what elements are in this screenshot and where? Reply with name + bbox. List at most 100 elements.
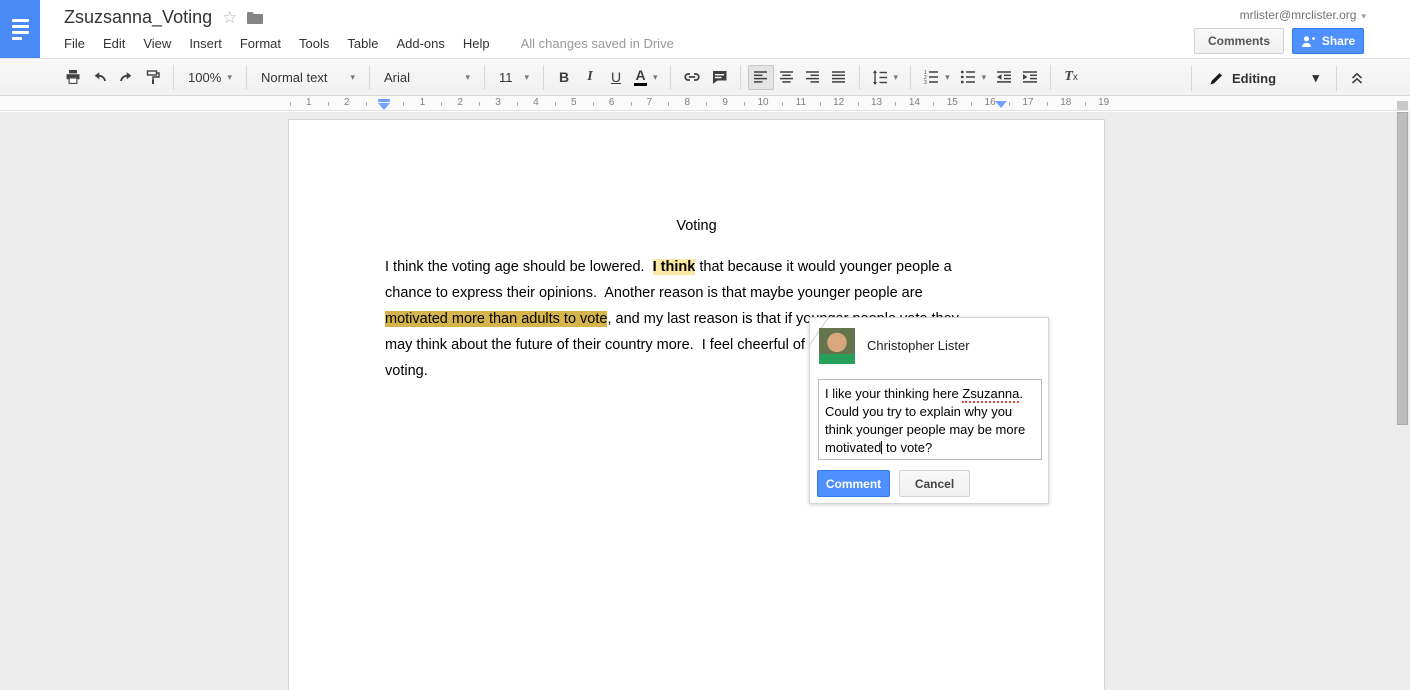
document-title-field[interactable]: Zsuzsanna_Voting [64, 7, 212, 28]
toolbar-separator [739, 64, 741, 90]
chevron-down-icon: ▾ [945, 71, 950, 82]
menu-table[interactable]: Table [338, 36, 387, 51]
toolbar-right: Editing ▾ [1184, 59, 1410, 97]
text-run: chance to express their opinions. Anothe… [385, 285, 923, 301]
ruler-tick [933, 102, 935, 106]
paragraph-line: I think the voting age should be lowered… [385, 254, 1025, 280]
menu-tools[interactable]: Tools [290, 36, 338, 51]
ruler-tick [289, 102, 291, 106]
numbered-list-button[interactable]: 123 ▾ [918, 65, 955, 90]
document-canvas: Voting I think the voting age should be … [0, 112, 1410, 690]
ruler-tick [1084, 102, 1086, 106]
comment-cancel-button[interactable]: Cancel [899, 470, 970, 497]
menu-edit[interactable]: Edit [94, 36, 134, 51]
ruler-tick [781, 102, 783, 106]
ruler-tick [1046, 102, 1048, 106]
font-family-select[interactable]: Arial ▾ [377, 65, 477, 90]
avatar [819, 328, 855, 364]
menu-file[interactable]: File [62, 36, 94, 51]
ruler-label: 9 [722, 97, 728, 108]
ruler-tick [744, 102, 746, 106]
print-button[interactable] [60, 65, 86, 90]
svg-text:3: 3 [924, 80, 927, 84]
ruler-label: 16 [984, 97, 996, 108]
chevron-down-icon: ▾ [465, 71, 470, 82]
menu-help[interactable]: Help [454, 36, 499, 51]
comments-button[interactable]: Comments [1193, 28, 1284, 54]
editing-mode-select[interactable]: Editing ▾ [1199, 70, 1329, 86]
scrollbar-thumb[interactable] [1397, 112, 1408, 425]
ruler-label: 8 [684, 97, 691, 108]
menu-add-ons[interactable]: Add-ons [387, 36, 453, 51]
save-status: All changes saved in Drive [520, 36, 674, 51]
collapse-toolbar-button[interactable] [1344, 66, 1370, 91]
paint-format-button[interactable] [140, 65, 166, 90]
italic-button[interactable]: I [577, 65, 603, 90]
ruler-label: 3 [495, 97, 501, 108]
docs-logo-icon[interactable] [0, 0, 40, 58]
insert-link-button[interactable] [678, 65, 706, 90]
text-run: that because it would younger people a [695, 259, 952, 275]
zoom-select[interactable]: 100% ▾ [181, 65, 239, 90]
left-indent-marker[interactable] [378, 99, 390, 110]
comment-submit-button[interactable]: Comment [817, 470, 890, 497]
ruler-label: 12 [833, 97, 845, 108]
ruler-tick [706, 102, 708, 106]
ruler-tick [403, 102, 405, 106]
text-color-button[interactable]: A ▾ [629, 65, 663, 90]
ruler-tick [441, 102, 443, 106]
bulleted-list-button[interactable]: ▾ [955, 65, 992, 90]
align-justify-button[interactable] [826, 65, 852, 90]
clear-formatting-button[interactable]: Tx [1058, 65, 1084, 90]
toolbar: 100% ▾ Normal text ▾ Arial ▾ 11 ▾ B I U A ▾ [0, 58, 1410, 96]
ruler-label: 2 [457, 97, 463, 108]
document-heading: Voting [676, 218, 717, 234]
bold-button[interactable]: B [551, 65, 577, 90]
underline-button[interactable]: U [603, 65, 629, 90]
right-indent-marker[interactable] [995, 101, 1007, 108]
ruler-tick [592, 102, 594, 106]
comment-anchor-highlight[interactable]: I think [652, 259, 696, 275]
toolbar-separator [669, 64, 671, 90]
comment-input[interactable]: I like your thinking here Zsuzanna. Coul… [818, 379, 1042, 460]
chevron-down-icon: ▾ [1361, 11, 1366, 21]
toolbar-separator [246, 64, 247, 90]
paragraph-style-select[interactable]: Normal text ▾ [254, 65, 362, 90]
ruler-tick [479, 102, 481, 106]
ruler-tick [819, 102, 821, 106]
account-menu[interactable]: mrlister@mrclister.org ▾ [1240, 8, 1366, 22]
ruler-label: 15 [946, 97, 958, 108]
ruler: 2 1 1 2 3 4 5 6 7 8 9 10 11 12 13 14 15 16 17 18 19 [0, 96, 1410, 111]
ruler-label: 14 [908, 97, 920, 108]
ruler-tick [365, 102, 367, 106]
star-icon[interactable]: ☆ [222, 9, 237, 26]
ruler-label: 5 [570, 97, 577, 108]
font-size-select[interactable]: 11 ▾ [492, 65, 536, 90]
toolbar-separator [1336, 65, 1337, 91]
ruler-label: 19 [1098, 97, 1110, 108]
scrollbar-top[interactable] [1397, 101, 1408, 110]
toolbar-separator [858, 64, 860, 90]
undo-button[interactable] [86, 65, 113, 90]
menu-format[interactable]: Format [231, 36, 290, 51]
align-left-button[interactable] [747, 64, 774, 90]
ruler-label: 6 [608, 97, 615, 108]
menu-view[interactable]: View [134, 36, 180, 51]
active-comment-anchor-highlight[interactable]: motivated more than adults to vote [385, 311, 608, 327]
ruler-label: 1 [306, 97, 312, 108]
line-spacing-button[interactable]: ▾ [867, 65, 904, 90]
toolbar-separator [484, 64, 485, 90]
ruler-tick [668, 102, 670, 106]
folder-icon[interactable] [247, 11, 264, 24]
redo-button[interactable] [113, 65, 140, 90]
toolbar-separator [369, 64, 370, 90]
toolbar-separator [910, 64, 912, 90]
share-button[interactable]: Share [1292, 28, 1364, 54]
decrease-indent-button[interactable] [991, 65, 1017, 90]
insert-comment-button[interactable] [706, 65, 733, 90]
menu-insert[interactable]: Insert [180, 36, 231, 51]
increase-indent-button[interactable] [1017, 65, 1043, 90]
align-right-button[interactable] [800, 65, 826, 90]
align-center-button[interactable] [774, 65, 800, 90]
ruler-label: 10 [757, 97, 769, 108]
